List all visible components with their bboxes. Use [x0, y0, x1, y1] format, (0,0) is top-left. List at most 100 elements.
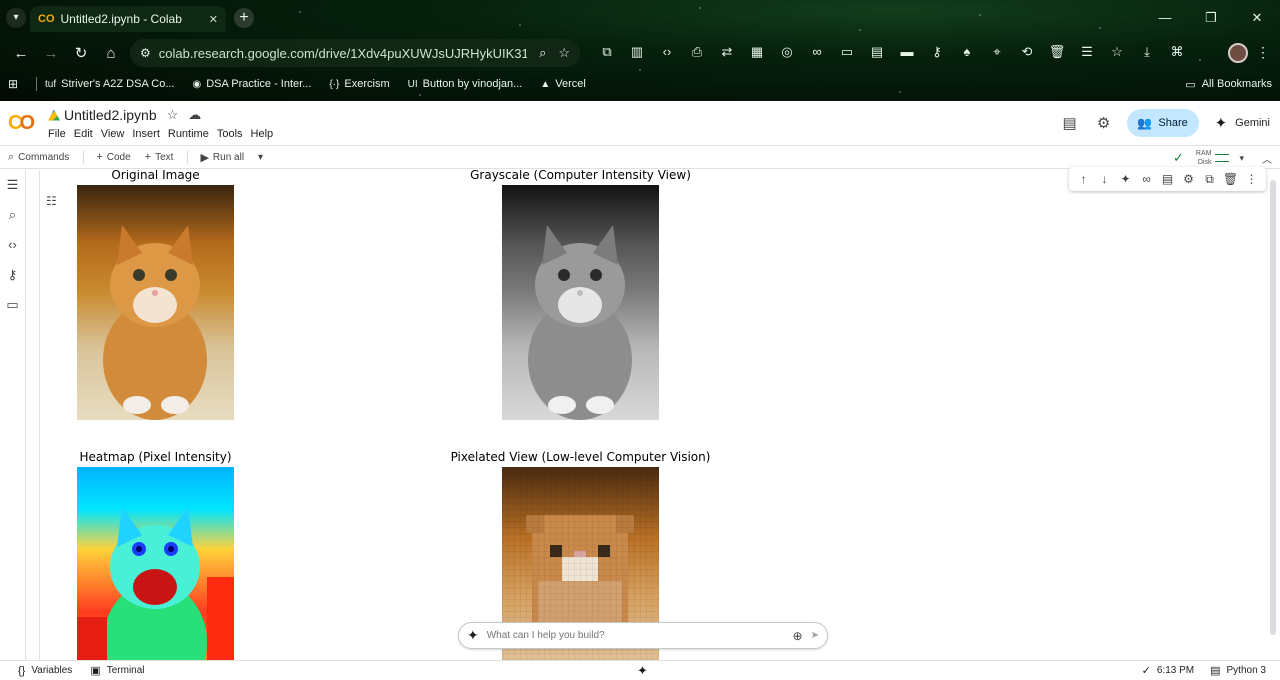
add-text-button[interactable]: + Text	[145, 151, 174, 163]
apps-grid-icon[interactable]: ⊞	[8, 77, 28, 91]
card-icon[interactable]: ▬	[892, 44, 922, 60]
browser-chrome: ▾ CO Untitled2.ipynb - Colab ✕ + — ❐ ✕ ←…	[0, 0, 1280, 101]
home-icon[interactable]: ⌂	[96, 45, 126, 62]
tab-search-icon[interactable]: ▾	[6, 8, 26, 28]
print-icon[interactable]: ⎙	[682, 44, 712, 60]
lens-icon[interactable]: ◎	[772, 44, 802, 60]
share-button[interactable]: 👥 Share	[1126, 109, 1199, 137]
move-up-icon[interactable]: ↑	[1073, 172, 1094, 186]
notebook-scrollbar[interactable]	[1270, 180, 1276, 635]
extensions-icon[interactable]: ⧉	[592, 44, 622, 60]
move-down-icon[interactable]: ↓	[1094, 172, 1115, 186]
minimize-icon[interactable]: —	[1142, 4, 1188, 32]
runtime-status[interactable]: ✓ RAM Disk ▾ ︿	[1173, 149, 1272, 167]
menu-file[interactable]: File	[48, 128, 66, 140]
notes-icon[interactable]: ☰	[1072, 44, 1102, 60]
reload-icon[interactable]: ↻	[66, 44, 96, 62]
plus-icon: +	[144, 151, 152, 163]
run-all-button[interactable]: ▶ Run all	[200, 151, 244, 164]
bookmark-exercism[interactable]: {·} Exercism	[329, 78, 389, 90]
site-info-icon[interactable]: ⚙	[140, 46, 151, 60]
run-all-label: Run all	[212, 151, 245, 163]
table-icon[interactable]: ▤	[862, 44, 892, 60]
run-all-dropdown-icon[interactable]: ▾	[258, 152, 263, 163]
cell-more-icon[interactable]: ⋮	[1241, 172, 1262, 186]
menu-view[interactable]: View	[101, 128, 125, 140]
delete-icon[interactable]: 🗑	[1042, 44, 1072, 60]
execution-status[interactable]: ✓ 6:13 PM	[1142, 664, 1194, 677]
variables-button[interactable]: {} Variables	[18, 665, 72, 677]
send-icon[interactable]: ➤	[811, 630, 819, 641]
gemini-prompt-bar[interactable]: ✦ ⊕ ➤	[458, 622, 828, 649]
tab-title: Untitled2.ipynb - Colab	[60, 12, 182, 26]
gemini-cell-icon[interactable]: ✦	[1115, 172, 1136, 186]
find-replace-icon[interactable]: ⌕	[0, 200, 25, 230]
add-code-button[interactable]: + Code	[96, 151, 130, 163]
qr-code-icon[interactable]: ▦	[742, 44, 772, 60]
bookmarks-icon[interactable]: ☆	[1102, 44, 1132, 60]
browser-menu-icon[interactable]: ⋮	[1256, 44, 1270, 61]
forward-icon[interactable]: →	[36, 45, 66, 62]
menu-help[interactable]: Help	[251, 128, 274, 140]
location-icon[interactable]: ⌖	[982, 44, 1012, 60]
colab-logo[interactable]: CO	[8, 112, 35, 135]
files-folder-icon[interactable]: ▭	[0, 290, 25, 320]
all-bookmarks[interactable]: ▭ All Bookmarks	[1185, 78, 1272, 91]
gemini-status-icon[interactable]: ✦	[637, 663, 648, 679]
output-actions-icon[interactable]: ☷	[46, 194, 57, 208]
comment-cell-icon[interactable]: ▤	[1157, 172, 1178, 186]
key-icon[interactable]: ⚷	[922, 44, 952, 60]
notebook-title[interactable]: Untitled2.ipynb	[64, 107, 157, 123]
runtime-dropdown-icon[interactable]: ▾	[1239, 153, 1244, 164]
commands-button[interactable]: ⌕ Commands	[8, 151, 69, 164]
delete-cell-icon[interactable]: 🗑	[1220, 172, 1241, 186]
star-icon[interactable]: ☆	[167, 107, 179, 123]
bookmarks-divider	[36, 77, 37, 91]
prompt-input[interactable]	[486, 630, 787, 641]
history-icon[interactable]: ⟲	[1012, 44, 1042, 60]
back-icon[interactable]: ←	[6, 45, 36, 62]
bookmark-button[interactable]: UI Button by vinodjan...	[408, 78, 523, 90]
table-of-contents-icon[interactable]: ☰	[0, 170, 25, 200]
new-tab-button[interactable]: +	[234, 8, 254, 28]
menu-insert[interactable]: Insert	[132, 128, 160, 140]
zoom-icon[interactable]: ⌕	[539, 45, 546, 61]
link-icon[interactable]: ∞	[802, 44, 832, 60]
close-tab-icon[interactable]: ✕	[209, 13, 218, 26]
settings-gear-icon[interactable]: ⚙	[1087, 114, 1121, 132]
cast-device-icon[interactable]: ▭	[832, 44, 862, 60]
cloud-icon[interactable]: ☁	[188, 107, 201, 123]
code-snippets-icon[interactable]: ‹›	[0, 230, 25, 260]
cell-settings-icon[interactable]: ⚙	[1178, 172, 1199, 186]
translate-icon[interactable]: ⇄	[712, 44, 742, 60]
restore-icon[interactable]: ❐	[1188, 4, 1234, 32]
close-window-icon[interactable]: ✕	[1234, 4, 1280, 32]
link-cell-icon[interactable]: ∞	[1136, 172, 1157, 186]
bookmark-striver[interactable]: tuf Striver's A2Z DSA Co...	[45, 78, 174, 90]
reading-mode-icon[interactable]: ▥	[622, 44, 652, 60]
terminal-icon: ▣	[90, 665, 101, 677]
bookmark-vercel[interactable]: ▲ Vercel	[540, 78, 585, 90]
menu-edit[interactable]: Edit	[74, 128, 93, 140]
add-context-icon[interactable]: ⊕	[793, 629, 803, 643]
download-icon[interactable]: ⤓	[1132, 44, 1162, 60]
menu-runtime[interactable]: Runtime	[168, 128, 209, 140]
kernel-status[interactable]: ▤ Python 3	[1210, 664, 1266, 677]
bookmark-dsa-practice[interactable]: ◉ DSA Practice - Inter...	[192, 78, 311, 90]
ram-disk-labels: RAM Disk	[1196, 149, 1212, 167]
browser-tab[interactable]: CO Untitled2.ipynb - Colab ✕	[30, 6, 226, 32]
cast-icon[interactable]: ⌘	[1162, 44, 1192, 60]
bookmark-star-icon[interactable]: ☆	[558, 45, 570, 61]
mirror-cell-icon[interactable]: ⧉	[1199, 172, 1220, 187]
incognito-icon[interactable]: ♠	[952, 44, 982, 60]
code-icon[interactable]: ‹›	[652, 44, 682, 60]
url-text[interactable]: colab.research.google.com/drive/1Xdv4puX…	[159, 46, 527, 61]
secrets-key-icon[interactable]: ⚷	[0, 260, 25, 290]
address-bar[interactable]: ⚙ colab.research.google.com/drive/1Xdv4p…	[130, 39, 580, 67]
collapse-header-icon[interactable]: ︿	[1262, 151, 1272, 166]
gemini-button[interactable]: ✦ Gemini	[1215, 114, 1270, 132]
profile-avatar[interactable]	[1228, 43, 1248, 63]
comment-icon[interactable]: ▤	[1053, 114, 1087, 132]
menu-tools[interactable]: Tools	[217, 128, 243, 140]
terminal-button[interactable]: ▣ Terminal	[90, 664, 144, 677]
